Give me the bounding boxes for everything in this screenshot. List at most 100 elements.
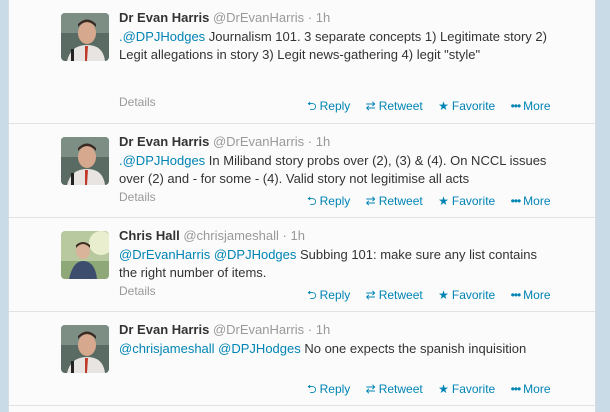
tweet-body: Dr Evan Harris @DrEvanHarris · 1h .@DPJH… [119, 10, 569, 64]
tweet-text: .@DPJHodges Journalism 101. 3 separate c… [119, 28, 549, 64]
user-fullname[interactable]: Dr Evan Harris [119, 134, 209, 149]
tweet[interactable]: Dr Evan Harris @DrEvanHarris · 1h @chris… [9, 312, 595, 406]
reply-label: Reply [319, 288, 351, 302]
user-fullname[interactable]: Dr Evan Harris [119, 10, 209, 25]
star-icon: ★ [438, 99, 449, 113]
tweet-time[interactable]: 1h [316, 322, 330, 337]
avatar[interactable] [61, 13, 109, 61]
avatar[interactable] [61, 325, 109, 373]
separator-dot: · [307, 322, 313, 337]
separator-dot: · [282, 228, 287, 243]
favorite-button[interactable]: ★ Favorite [438, 288, 495, 302]
tweet-footer: Details ⮌ Reply ⇄ Retweet ★ Favorite ••• Mor… [119, 190, 579, 208]
reply-arrow-icon: ⮌ [307, 288, 317, 302]
retweet-label: Retweet [378, 99, 423, 113]
avatar[interactable] [61, 137, 109, 185]
retweet-arrows-icon: ⇄ [365, 382, 376, 396]
favorite-label: Favorite [451, 288, 496, 302]
tweet-header: Dr Evan Harris @DrEvanHarris · 1h [119, 134, 569, 150]
dots-icon: ••• [510, 99, 522, 113]
star-icon: ★ [438, 382, 449, 396]
tweet-actions: ⮌ Reply ⇄ Retweet ★ Favorite ••• More [307, 97, 563, 118]
user-handle[interactable]: @DrEvanHarris [213, 134, 304, 149]
tweet-text: .@DPJHodges In Miliband story probs over… [119, 152, 549, 188]
details-link[interactable]: Details [119, 284, 156, 298]
more-label: More [523, 382, 551, 396]
tweet-body: Dr Evan Harris @DrEvanHarris · 1h @chris… [119, 322, 569, 358]
favorite-label: Favorite [451, 382, 496, 396]
favorite-label: Favorite [451, 99, 496, 113]
favorite-button[interactable]: ★ Favorite [438, 382, 495, 396]
tweet-body: Dr Evan Harris @DrEvanHarris · 1h .@DPJH… [119, 134, 569, 188]
tweet-actions: ⮌ Reply ⇄ Retweet ★ Favorite ••• More [307, 380, 563, 401]
tweet-text: @chrisjameshall @DPJHodges No one expect… [119, 340, 549, 358]
tweet-footer: Details ⮌ Reply ⇄ Retweet ★ Favorite ••• Mor… [119, 284, 579, 302]
tweet-body: Chris Hall @chrisjameshall · 1h @DrEvanH… [119, 228, 569, 282]
retweet-button[interactable]: ⇄ Retweet [366, 194, 423, 208]
user-fullname[interactable]: Dr Evan Harris [119, 322, 209, 337]
star-icon: ★ [438, 194, 449, 208]
user-handle[interactable]: @DrEvanHarris [213, 10, 304, 25]
retweet-label: Retweet [378, 194, 423, 208]
reply-label: Reply [319, 99, 351, 113]
details-link[interactable]: Details [119, 95, 156, 109]
separator-dot: · [307, 134, 313, 149]
dots-icon: ••• [510, 288, 522, 302]
tweet[interactable]: Dr Evan Harris @DrEvanHarris · 1h .@DPJH… [9, 124, 595, 218]
reply-arrow-icon: ⮌ [307, 382, 317, 396]
tweet-footer: Details ⮌ Reply ⇄ Retweet ★ Favorite ••• Mor… [119, 95, 579, 113]
tweet-actions: ⮌ Reply ⇄ Retweet ★ Favorite ••• More [307, 286, 563, 307]
reply-label: Reply [319, 194, 351, 208]
more-button[interactable]: ••• More [511, 288, 551, 302]
retweet-button[interactable]: ⇄ Retweet [366, 382, 423, 396]
dots-icon: ••• [510, 194, 522, 208]
avatar[interactable] [61, 231, 109, 279]
reply-arrow-icon: ⮌ [307, 99, 317, 113]
more-button[interactable]: ••• More [511, 99, 551, 113]
tweet-time[interactable]: 1h [316, 10, 330, 25]
tweet-header: Dr Evan Harris @DrEvanHarris · 1h [119, 10, 569, 26]
more-button[interactable]: ••• More [511, 194, 551, 208]
more-label: More [523, 288, 551, 302]
timeline: Dr Evan Harris @DrEvanHarris · 1h .@DPJH… [8, 0, 596, 412]
mention-link[interactable]: .@DPJHodges [119, 29, 205, 44]
dots-icon: ••• [510, 382, 522, 396]
user-handle[interactable]: @DrEvanHarris [213, 322, 304, 337]
retweet-arrows-icon: ⇄ [365, 194, 376, 208]
separator-dot: · [307, 10, 313, 25]
retweet-label: Retweet [378, 288, 423, 302]
retweet-arrows-icon: ⇄ [365, 99, 376, 113]
reply-button[interactable]: ⮌ Reply [307, 192, 350, 213]
retweet-button[interactable]: ⇄ Retweet [366, 288, 423, 302]
tweet-text-content: No one expects the spanish inquisition [300, 341, 527, 356]
tweet-header: Dr Evan Harris @DrEvanHarris · 1h [119, 322, 569, 338]
user-fullname[interactable]: Chris Hall [119, 228, 180, 243]
tweet-text: @DrEvanHarris @DPJHodges Subbing 101: ma… [119, 246, 549, 282]
retweet-arrows-icon: ⇄ [365, 288, 376, 302]
tweet[interactable]: Chris Hall @chrisjameshall · 1h @DrEvanH… [9, 218, 595, 312]
tweet-time[interactable]: 1h [290, 228, 304, 243]
retweet-label: Retweet [378, 382, 423, 396]
more-button[interactable]: ••• More [511, 382, 551, 396]
reply-arrow-icon: ⮌ [307, 194, 317, 208]
reply-button[interactable]: ⮌ Reply [307, 97, 350, 118]
details-link[interactable]: Details [119, 190, 156, 204]
reply-button[interactable]: ⮌ Reply [307, 380, 350, 401]
reply-button[interactable]: ⮌ Reply [307, 286, 350, 307]
favorite-button[interactable]: ★ Favorite [438, 194, 495, 208]
user-handle[interactable]: @chrisjameshall [183, 228, 279, 243]
reply-label: Reply [319, 382, 351, 396]
tweet-time[interactable]: 1h [316, 134, 330, 149]
retweet-button[interactable]: ⇄ Retweet [366, 99, 423, 113]
star-icon: ★ [438, 288, 449, 302]
mention-link[interactable]: @DrEvanHarris @DPJHodges [119, 247, 296, 262]
more-label: More [523, 99, 551, 113]
tweet-header: Chris Hall @chrisjameshall · 1h [119, 228, 569, 244]
mention-link[interactable]: @chrisjameshall @DPJHodges [119, 341, 301, 356]
favorite-label: Favorite [451, 194, 496, 208]
more-label: More [523, 194, 551, 208]
tweet[interactable]: Dr Evan Harris @DrEvanHarris · 1h .@DPJH… [9, 0, 595, 124]
mention-link[interactable]: .@DPJHodges [119, 153, 205, 168]
tweet-actions: ⮌ Reply ⇄ Retweet ★ Favorite ••• More [307, 192, 563, 213]
favorite-button[interactable]: ★ Favorite [438, 99, 495, 113]
